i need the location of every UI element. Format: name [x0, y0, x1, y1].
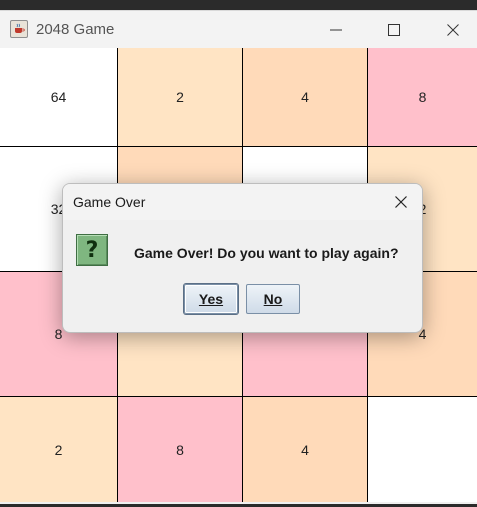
- tile-value: 4: [301, 89, 309, 105]
- close-button[interactable]: [429, 11, 477, 48]
- dialog-title-bar[interactable]: Game Over: [63, 184, 422, 220]
- tile-value: 2: [54, 441, 63, 458]
- close-icon: [447, 23, 459, 36]
- yes-button[interactable]: Yes: [184, 284, 238, 314]
- game-over-dialog: Game Over ? Game Over! Do you want to pl…: [62, 183, 423, 333]
- question-glyph: ?: [85, 237, 99, 263]
- minimize-button[interactable]: [312, 11, 360, 48]
- title-bar[interactable]: 2048 Game: [0, 11, 477, 48]
- dialog-message: Game Over! Do you want to play again?: [134, 245, 399, 261]
- tile-value: 8: [54, 326, 63, 342]
- dialog-close-button[interactable]: [380, 184, 422, 220]
- no-button-label: No: [263, 291, 283, 307]
- tile-r1-c4: 8: [368, 48, 477, 146]
- maximize-button[interactable]: [370, 11, 418, 48]
- tile-r4-c1: 2: [0, 397, 117, 502]
- minimize-icon: [330, 29, 342, 30]
- tile-value: 4: [301, 441, 309, 458]
- tile-r1-c3: 4: [243, 48, 367, 146]
- app-window: 2048 Game 6424832284284 Game Over: [0, 10, 477, 504]
- tile-value: 64: [50, 89, 67, 105]
- tile-value: 8: [418, 89, 427, 105]
- close-icon: [395, 196, 407, 208]
- java-cup-icon: [10, 20, 28, 38]
- no-button[interactable]: No: [246, 284, 300, 314]
- maximize-icon: [388, 23, 400, 36]
- dialog-title: Game Over: [73, 194, 146, 210]
- tile-r1-c1: 64: [0, 48, 117, 146]
- question-icon: ?: [76, 234, 108, 266]
- tile-r4-c2: 8: [118, 397, 242, 502]
- window-title: 2048 Game: [36, 21, 115, 38]
- tile-value: 2: [176, 89, 184, 105]
- tile-value: 8: [176, 441, 184, 458]
- yes-button-label: Yes: [198, 291, 224, 307]
- tile-r1-c2: 2: [118, 48, 242, 146]
- tile-r4-c4: [368, 397, 477, 502]
- tile-r4-c3: 4: [243, 397, 367, 502]
